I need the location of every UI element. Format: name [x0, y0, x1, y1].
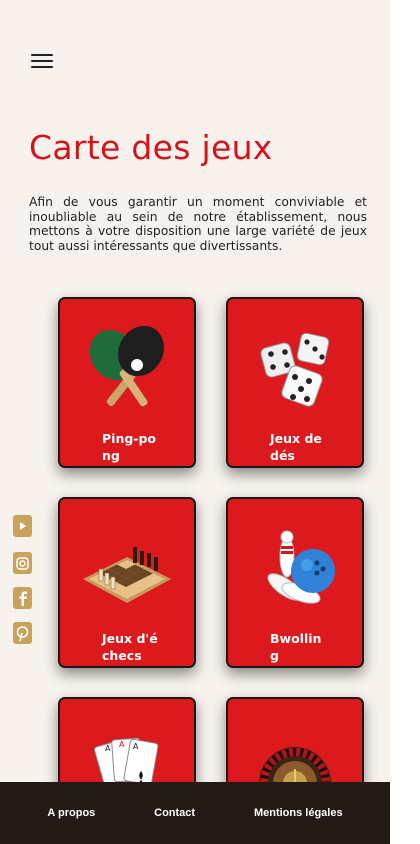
svg-text:A: A: [119, 740, 125, 749]
game-card-chess[interactable]: Jeux d'échecs: [58, 497, 196, 668]
pinterest-icon[interactable]: [13, 622, 32, 644]
footer-link-about[interactable]: A propos: [47, 807, 95, 819]
game-card-label: Jeux d'échecs: [102, 631, 158, 663]
game-card-bowling[interactable]: Bwolling: [226, 497, 364, 668]
intro-text: Afin de vous garantir un moment convivia…: [29, 195, 367, 253]
game-card-ping-pong[interactable]: Ping-pong: [58, 297, 196, 468]
game-card-dice[interactable]: Jeux de dés: [226, 297, 364, 468]
footer: A propos Contact Mentions légales: [0, 782, 390, 844]
facebook-icon[interactable]: [13, 587, 32, 609]
game-card-label: Jeux de dés: [270, 431, 322, 463]
footer-link-contact[interactable]: Contact: [154, 807, 195, 819]
instagram-icon[interactable]: [13, 552, 32, 574]
youtube-icon[interactable]: [13, 515, 32, 537]
game-card-label: Bwolling: [270, 631, 322, 663]
bowling-icon: [267, 530, 335, 604]
svg-text:A: A: [105, 744, 111, 753]
game-card-label: Ping-pong: [102, 431, 157, 463]
chess-icon: [83, 547, 171, 603]
footer-link-legal[interactable]: Mentions légales: [254, 807, 343, 819]
svg-text:A: A: [133, 742, 139, 751]
hamburger-menu-icon[interactable]: [31, 54, 53, 70]
ping-pong-icon: [89, 325, 164, 407]
page: Carte des jeux Afin de vous garantir un …: [0, 0, 390, 844]
page-title: Carte des jeux: [29, 128, 273, 167]
dice-icon: [260, 332, 330, 407]
